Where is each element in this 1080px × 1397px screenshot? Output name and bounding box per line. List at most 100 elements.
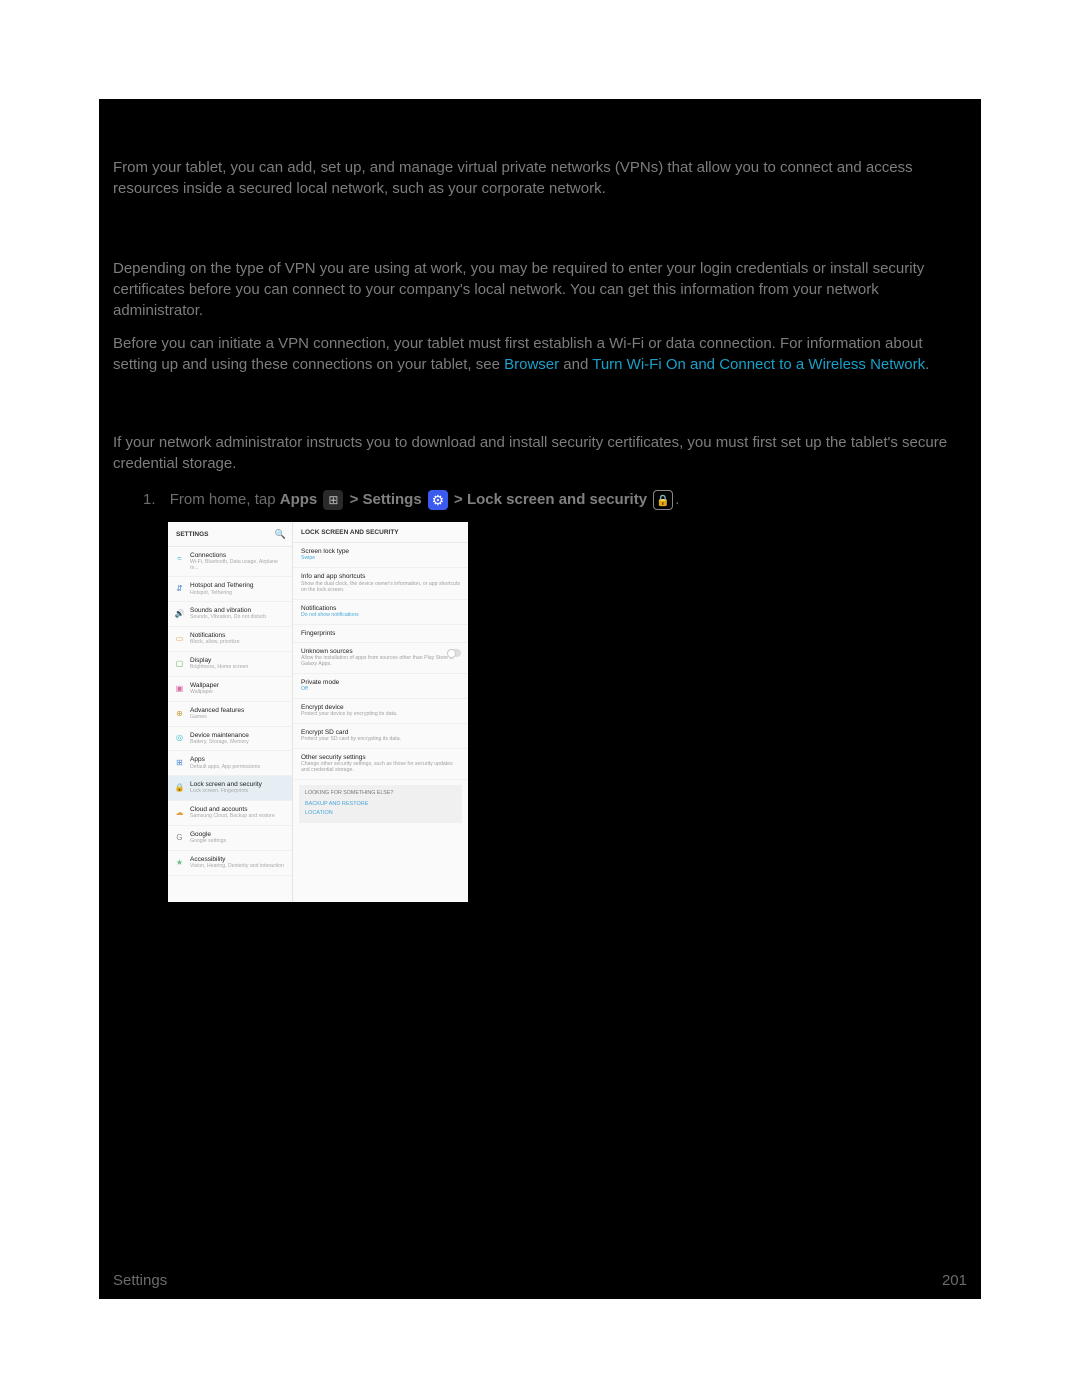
security-item[interactable]: NotificationsDo not show notifications bbox=[293, 600, 468, 625]
settings-item-icon: ☁ bbox=[174, 807, 185, 818]
settings-item-text: ConnectionsWi-Fi, Bluetooth, Data usage,… bbox=[190, 552, 288, 572]
security-item-title: Encrypt SD card bbox=[301, 729, 460, 736]
security-item-sub: Swipe bbox=[301, 556, 460, 562]
search-icon[interactable]: 🔍 bbox=[275, 528, 286, 541]
settings-item[interactable]: ≈ConnectionsWi-Fi, Bluetooth, Data usage… bbox=[168, 547, 292, 578]
para-prepare-1: Depending on the type of VPN you are usi… bbox=[113, 258, 967, 321]
settings-item-icon: ▢ bbox=[174, 658, 185, 669]
settings-item[interactable]: ▭ NotificationsBlock, allow, prioritize bbox=[168, 627, 292, 652]
settings-left-panel: SETTINGS 🔍 ≈ConnectionsWi-Fi, Bluetooth,… bbox=[168, 522, 293, 902]
settings-item-title: Accessibility bbox=[190, 856, 288, 863]
para-setup: If your network administrator instructs … bbox=[113, 432, 967, 474]
settings-item-text: Sounds and vibrationSounds, Vibration, D… bbox=[190, 607, 288, 621]
heading-setup-storage: Set Up Secure Credential Storage bbox=[113, 400, 967, 422]
settings-left-list: ≈ConnectionsWi-Fi, Bluetooth, Data usage… bbox=[168, 547, 292, 876]
settings-item-text: Device maintenanceBattery, Storage, Memo… bbox=[190, 732, 288, 746]
settings-item-icon: ⇵ bbox=[174, 583, 185, 594]
security-item[interactable]: Encrypt SD cardProtect your SD card by e… bbox=[293, 724, 468, 749]
settings-item-title: Notifications bbox=[190, 632, 288, 639]
step-arrow: > bbox=[350, 491, 363, 508]
link-backup-restore[interactable]: BACKUP AND RESTORE bbox=[305, 801, 456, 809]
settings-item-title: Cloud and accounts bbox=[190, 806, 288, 813]
settings-item[interactable]: ☁ Cloud and accountsSamsung Cloud, Backup… bbox=[168, 801, 292, 826]
step-lockscreen-label: Lock screen and security bbox=[467, 491, 647, 508]
settings-item[interactable]: G GoogleGoogle settings bbox=[168, 826, 292, 851]
security-item[interactable]: Fingerprints bbox=[293, 625, 468, 643]
security-item[interactable]: Other security settingsChange other secu… bbox=[293, 749, 468, 780]
step-period: . bbox=[675, 491, 679, 508]
settings-item-text: AccessibilityVision, Hearing, Dexterity … bbox=[190, 856, 288, 870]
document-page: Virtual Private Networks (VPN) From your… bbox=[99, 99, 981, 1299]
settings-title: SETTINGS bbox=[176, 530, 209, 539]
settings-item[interactable]: ⊕ Advanced featuresGames bbox=[168, 702, 292, 727]
apps-icon: ⊞ bbox=[323, 490, 343, 510]
settings-item-sub: Vision, Hearing, Dexterity and interacti… bbox=[190, 864, 288, 870]
security-item-sub: Allow the installation of apps from sour… bbox=[301, 656, 460, 668]
footer-section: Settings bbox=[113, 1272, 167, 1289]
text-segment: . bbox=[925, 356, 929, 373]
settings-item-sub: Brightness, Home screen bbox=[190, 665, 288, 671]
settings-item[interactable]: ▣WallpaperWallpaper bbox=[168, 677, 292, 702]
settings-gear-icon: ⚙ bbox=[428, 490, 448, 510]
settings-item-icon: ◎ bbox=[174, 733, 185, 744]
link-wifi[interactable]: Turn Wi-Fi On and Connect to a Wireless … bbox=[592, 356, 925, 373]
settings-item-text: Cloud and accountsSamsung Cloud, Backup … bbox=[190, 806, 288, 820]
security-item[interactable]: Info and app shortcutsShow the dual cloc… bbox=[293, 568, 468, 599]
security-item-sub: Do not show notifications bbox=[301, 613, 460, 619]
settings-item-text: WallpaperWallpaper bbox=[190, 682, 288, 696]
security-item-title: Info and app shortcuts bbox=[301, 573, 460, 580]
security-item[interactable]: Private modeOff bbox=[293, 674, 468, 699]
settings-left-header: SETTINGS 🔍 bbox=[168, 522, 292, 547]
settings-item-text: DisplayBrightness, Home screen bbox=[190, 657, 288, 671]
security-item-sub: Protect your SD card by encrypting its d… bbox=[301, 737, 460, 743]
settings-item-text: Hotspot and TetheringHotspot, Tethering bbox=[190, 582, 288, 596]
step-apps-label: Apps bbox=[280, 491, 318, 508]
security-item[interactable]: Screen lock typeSwipe bbox=[293, 543, 468, 568]
step-arrow: > bbox=[454, 491, 467, 508]
settings-item-sub: Google settings bbox=[190, 839, 288, 845]
settings-item[interactable]: 🔊Sounds and vibrationSounds, Vibration, … bbox=[168, 602, 292, 627]
security-item-title: Screen lock type bbox=[301, 548, 460, 555]
settings-item-icon: ▭ bbox=[174, 633, 185, 644]
link-location[interactable]: LOCATION bbox=[305, 810, 456, 818]
settings-item-sub: Hotspot, Tethering bbox=[190, 591, 288, 597]
text-segment: and bbox=[559, 356, 592, 373]
step-settings-label: Settings bbox=[363, 491, 422, 508]
settings-item[interactable]: ▢ DisplayBrightness, Home screen bbox=[168, 652, 292, 677]
heading-vpn: Virtual Private Networks (VPN) bbox=[113, 119, 967, 147]
security-item-sub: Protect your device by encrypting its da… bbox=[301, 712, 460, 718]
security-item-sub: Change other security settings, such as … bbox=[301, 762, 460, 774]
toggle-switch[interactable] bbox=[447, 649, 461, 657]
security-item[interactable]: Encrypt deviceProtect your device by enc… bbox=[293, 699, 468, 724]
settings-item-title: Connections bbox=[190, 552, 288, 559]
settings-item-icon: G bbox=[174, 832, 185, 843]
security-item-title: Notifications bbox=[301, 605, 460, 612]
settings-item[interactable]: ⇵ Hotspot and TetheringHotspot, Tethering bbox=[168, 577, 292, 602]
settings-item[interactable]: ★AccessibilityVision, Hearing, Dexterity… bbox=[168, 851, 292, 876]
step-number: 1. bbox=[143, 491, 156, 508]
settings-item-sub: Games bbox=[190, 715, 288, 721]
footer-page-number: 201 bbox=[942, 1272, 967, 1289]
settings-item-title: Display bbox=[190, 657, 288, 664]
settings-item-icon: 🔒 bbox=[174, 782, 185, 793]
security-item[interactable]: Unknown sourcesAllow the installation of… bbox=[293, 643, 468, 674]
lock-icon: 🔒 bbox=[653, 490, 673, 510]
settings-right-list: Screen lock typeSwipeInfo and app shortc… bbox=[293, 543, 468, 780]
settings-item[interactable]: 🔒Lock screen and securityLock screen, Fi… bbox=[168, 776, 292, 801]
heading-prepare: Prepare Your Tablet for VPN Connection bbox=[113, 224, 967, 248]
link-browser[interactable]: Browser bbox=[504, 356, 559, 373]
settings-item-title: Apps bbox=[190, 756, 288, 763]
settings-item-title: Sounds and vibration bbox=[190, 607, 288, 614]
security-item-title: Encrypt device bbox=[301, 704, 460, 711]
settings-item-title: Google bbox=[190, 831, 288, 838]
settings-item[interactable]: ⊞AppsDefault apps, App permissions bbox=[168, 751, 292, 776]
settings-item[interactable]: ◎ Device maintenanceBattery, Storage, Mem… bbox=[168, 727, 292, 752]
para-prepare-2: Before you can initiate a VPN connection… bbox=[113, 333, 967, 375]
settings-item-text: Advanced featuresGames bbox=[190, 707, 288, 721]
looking-for-header: LOOKING FOR SOMETHING ELSE? bbox=[305, 790, 456, 797]
security-item-title: Private mode bbox=[301, 679, 460, 686]
settings-item-sub: Block, allow, prioritize bbox=[190, 640, 288, 646]
settings-item-sub: Default apps, App permissions bbox=[190, 765, 288, 771]
settings-item-icon: ⊕ bbox=[174, 708, 185, 719]
para-intro: From your tablet, you can add, set up, a… bbox=[113, 157, 967, 199]
